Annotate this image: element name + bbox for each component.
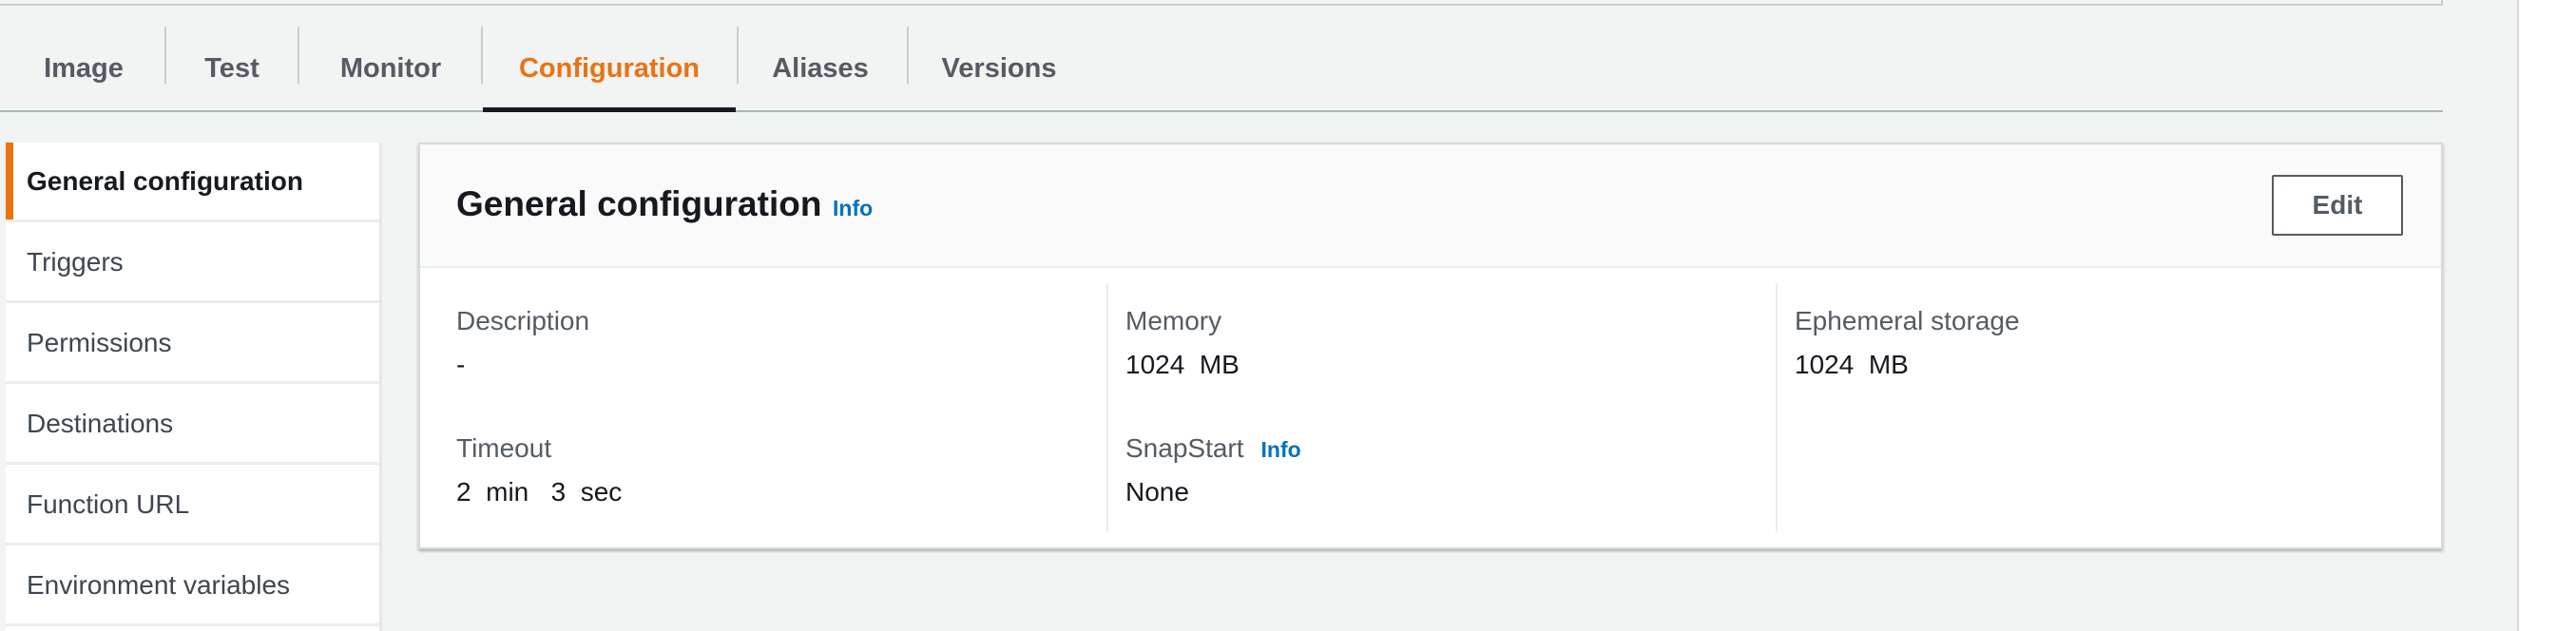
- general-configuration-panel: General configuration Info Edit Descript…: [418, 143, 2443, 549]
- sidebar-item-environment-variables[interactable]: Environment variables: [6, 546, 379, 626]
- sidebar-item-permissions[interactable]: Permissions: [6, 304, 379, 384]
- column-separator: [1776, 283, 1778, 532]
- memory-field: Memory 1024 MB: [1125, 306, 1240, 380]
- tab-aliases[interactable]: Aliases: [751, 27, 890, 110]
- sidebar-item-triggers[interactable]: Triggers: [6, 223, 379, 303]
- description-label: Description: [456, 306, 590, 335]
- function-tabs: Image Test Monitor Configuration Aliases…: [0, 27, 2443, 112]
- tab-configuration[interactable]: Configuration: [483, 27, 736, 112]
- snapstart-value: None: [1125, 477, 1189, 507]
- timeout-value: 2 min 3 sec: [456, 477, 623, 507]
- memory-value: 1024 MB: [1125, 350, 1240, 379]
- tab-test[interactable]: Test: [177, 27, 287, 110]
- configuration-sidebar: General configuration Triggers Permissio…: [6, 143, 382, 631]
- description-field: Description -: [456, 306, 589, 380]
- snapstart-info-link[interactable]: Info: [1261, 437, 1301, 462]
- ephemeral-storage-label: Ephemeral storage: [1795, 306, 2020, 335]
- sidebar-item-general-configuration[interactable]: General configuration: [6, 143, 379, 222]
- timeout-field: Timeout 2 min 3 sec: [456, 433, 622, 507]
- ephemeral-storage-field: Ephemeral storage 1024 MB: [1795, 306, 2020, 380]
- tab-versions[interactable]: Versions: [920, 27, 1078, 110]
- timeout-label: Timeout: [456, 433, 552, 463]
- column-separator: [1106, 283, 1108, 532]
- snapstart-label: SnapStart: [1125, 433, 1244, 463]
- sidebar-item-function-url[interactable]: Function URL: [6, 466, 379, 545]
- right-pane: [2519, 0, 2576, 631]
- info-link[interactable]: Info: [833, 196, 873, 221]
- snapstart-field: SnapStart Info None: [1125, 433, 1301, 507]
- container-top-border: [0, 0, 2443, 6]
- tab-separator: [907, 27, 909, 84]
- memory-label: Memory: [1125, 306, 1222, 335]
- sidebar-item-destinations[interactable]: Destinations: [6, 385, 379, 465]
- ephemeral-storage-value: 1024 MB: [1795, 350, 1909, 379]
- edit-button[interactable]: Edit: [2272, 175, 2403, 236]
- panel-header: General configuration Info Edit: [420, 144, 2441, 268]
- panel-title: General configuration: [456, 184, 822, 223]
- snapstart-label-row: SnapStart Info: [1125, 433, 1301, 464]
- tab-separator: [737, 27, 739, 84]
- tab-separator: [164, 27, 166, 84]
- tab-image[interactable]: Image: [19, 27, 148, 110]
- tab-separator: [298, 27, 299, 84]
- tab-monitor[interactable]: Monitor: [314, 27, 468, 110]
- description-value: -: [456, 350, 466, 379]
